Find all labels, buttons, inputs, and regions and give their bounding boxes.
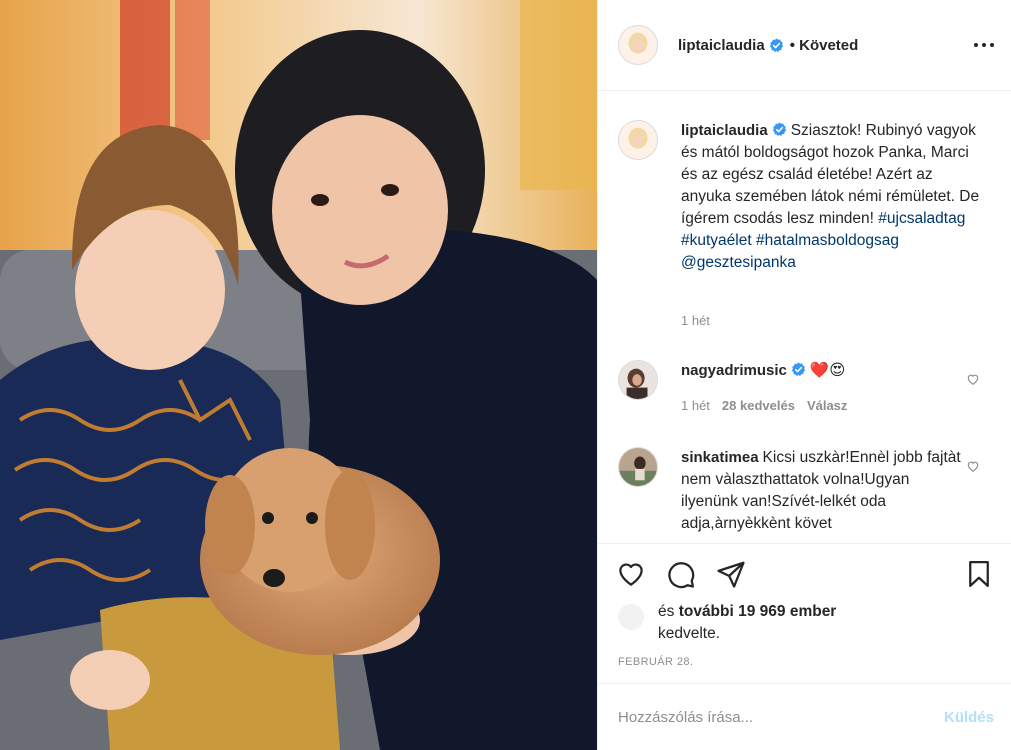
avatar-image: [619, 361, 657, 399]
post-date[interactable]: FEBRUÁR 28.: [618, 656, 693, 668]
avatar-image: [619, 448, 657, 486]
comment-likes[interactable]: 28 kedvelés: [722, 398, 795, 413]
comment-username[interactable]: sinkatimea: [681, 449, 759, 466]
likes-prefix: és: [658, 603, 675, 620]
post-actions: és további 19 969 ember kedvelte. FEBRUÁ…: [598, 543, 1011, 683]
post-comment-button[interactable]: Küldés: [944, 709, 994, 726]
comment-timestamp[interactable]: 1 hét: [681, 398, 710, 413]
caption-avatar[interactable]: [618, 120, 658, 160]
comments-section[interactable]: liptaiclaudia Sziasztok! Rubinyó vagyok é…: [598, 92, 1011, 542]
post-details-panel: liptaiclaudia • Követed liptaiclaudia Sz…: [597, 0, 1011, 750]
post-header: liptaiclaudia • Követed: [598, 0, 1011, 91]
caption-timestamp[interactable]: 1 hét: [681, 313, 710, 328]
comment-icon-glyph: [668, 562, 695, 589]
verified-badge-icon: [772, 122, 786, 137]
comment-icon[interactable]: [666, 559, 696, 589]
post-photo[interactable]: [0, 0, 597, 750]
dot: [982, 43, 986, 47]
verified-badge-icon: [791, 362, 805, 377]
caption-username[interactable]: liptaiclaudia: [681, 122, 768, 139]
share-icon-glyph: [717, 561, 745, 588]
comment-meta: 1 hét 28 kedvelés Válasz: [681, 398, 847, 413]
comment-like-heart-icon[interactable]: [966, 372, 980, 386]
comment-text: nagyadrimusic ❤️😍: [681, 360, 961, 382]
author-avatar[interactable]: [618, 25, 658, 65]
photo-illustration: [0, 0, 597, 750]
instagram-post: liptaiclaudia • Követed liptaiclaudia Sz…: [0, 0, 1011, 750]
comment-like-heart-icon[interactable]: [966, 459, 980, 473]
comment-text: sinkatimea Kicsi uszkàr!Ennèl jobb fajtàt…: [681, 447, 961, 535]
reply-button[interactable]: Válasz: [807, 398, 847, 413]
liker-avatar[interactable]: [618, 604, 644, 630]
verified-badge-icon: [769, 37, 783, 52]
dot: [990, 43, 994, 47]
commenter-avatar[interactable]: [618, 447, 658, 487]
likes-count-link[interactable]: további 19 969 ember: [679, 603, 837, 620]
paper-plane-icon[interactable]: [716, 559, 746, 589]
bookmark-icon-glyph: [969, 561, 989, 587]
comment-input[interactable]: [618, 708, 944, 726]
add-comment-bar: Küldés: [598, 683, 1011, 750]
author-username[interactable]: liptaiclaudia: [678, 37, 765, 54]
like-summary: és további 19 969 ember kedvelte.: [658, 601, 978, 645]
heart-icon-glyph: [619, 563, 643, 586]
dot: [974, 43, 978, 47]
hashtag-link[interactable]: #ujcsaladtag: [878, 210, 965, 227]
comment-username[interactable]: nagyadrimusic: [681, 362, 787, 379]
mention-link[interactable]: @gesztesipanka: [681, 254, 796, 271]
bookmark-icon[interactable]: [964, 559, 994, 589]
follow-status[interactable]: • Követed: [790, 37, 859, 54]
hashtag-link[interactable]: #kutyaélet: [681, 232, 752, 249]
heart-icon[interactable]: [616, 559, 646, 589]
hashtag-link[interactable]: #hatalmasboldogsag: [756, 232, 899, 249]
avatar-image: [619, 121, 657, 159]
commenter-avatar[interactable]: [618, 360, 658, 400]
caption-text: liptaiclaudia Sziasztok! Rubinyó vagyok é…: [681, 120, 981, 274]
comment-body: ❤️😍: [809, 362, 846, 379]
avatar-image: [619, 26, 657, 64]
likes-suffix: kedvelte.: [658, 625, 721, 642]
more-options-icon[interactable]: [974, 36, 994, 54]
